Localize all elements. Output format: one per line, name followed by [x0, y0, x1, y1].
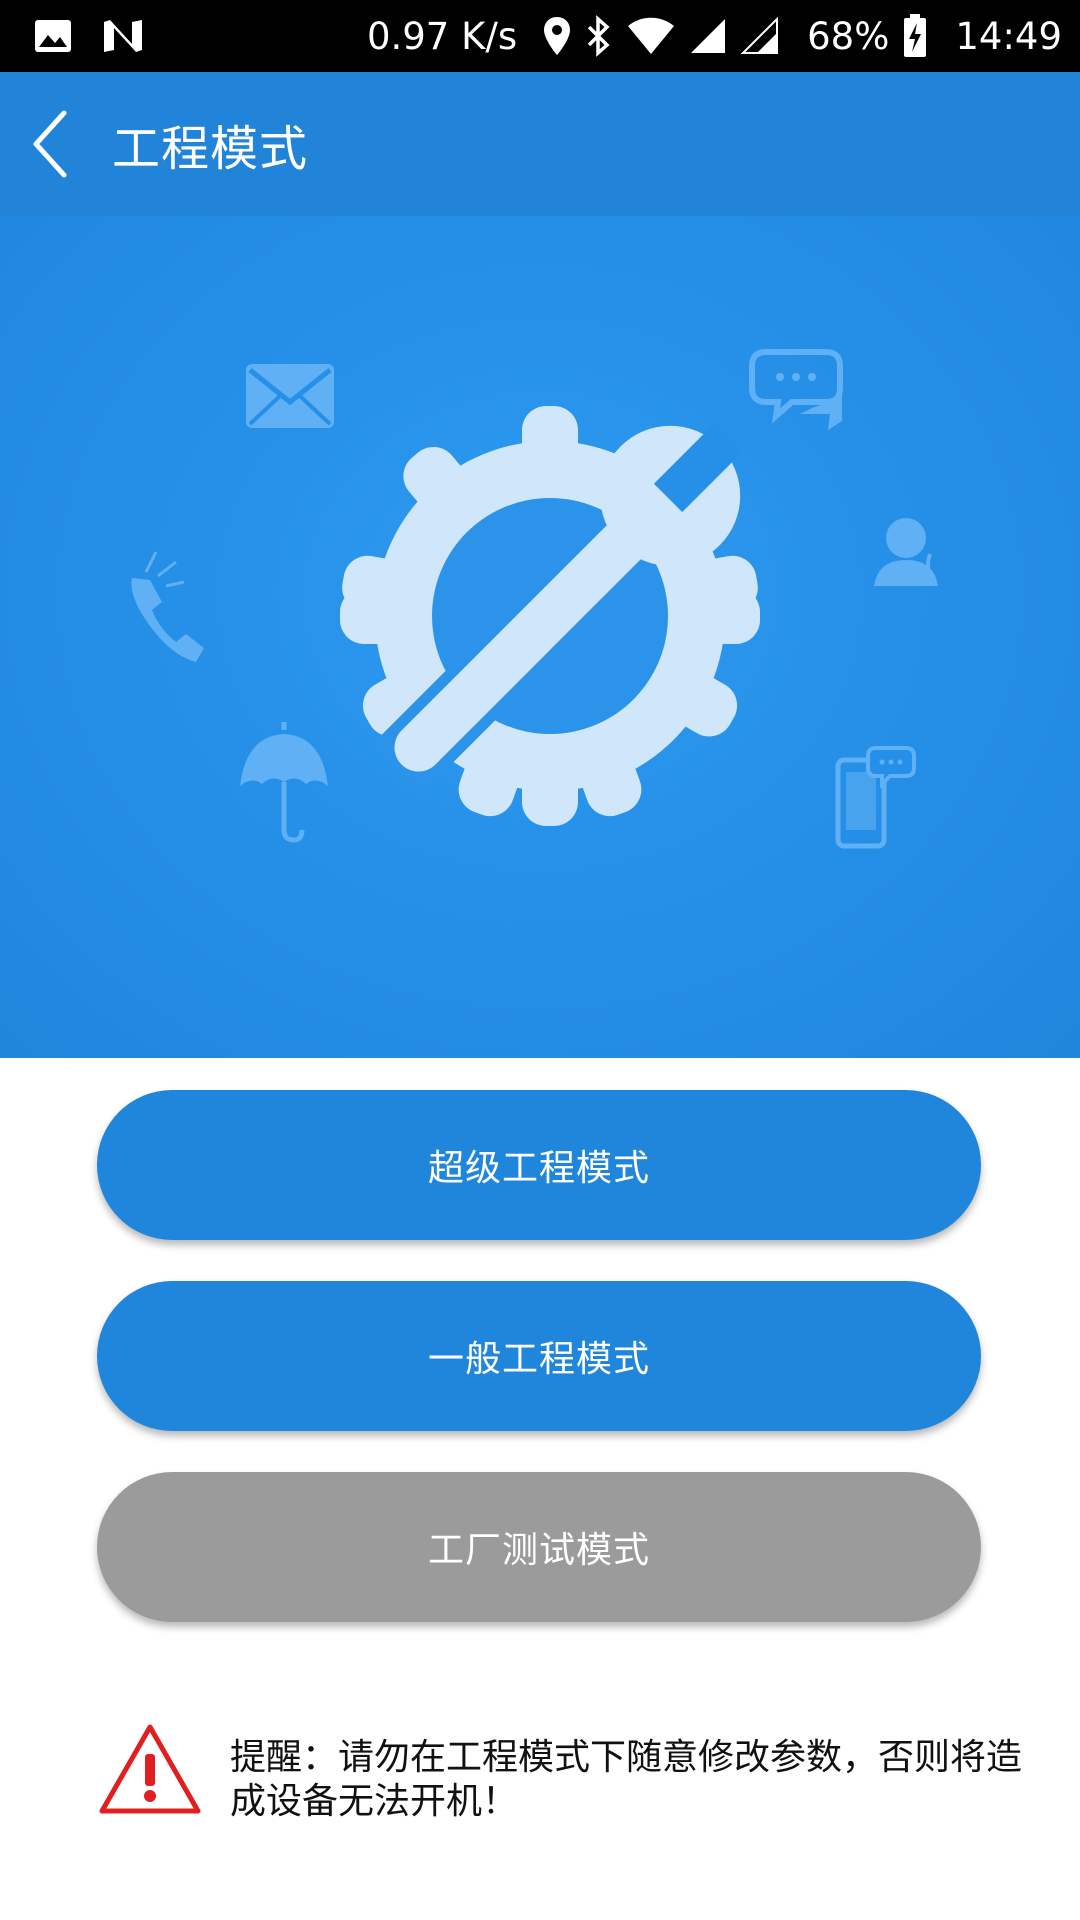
warning-text: 提醒：请勿在工程模式下随意修改参数，否则将造成设备无法开机！ [230, 1737, 1023, 1822]
contact-icon [874, 518, 938, 586]
warning-notice: 提醒：请勿在工程模式下随意修改参数，否则将造成设备无法开机！ [98, 1722, 1038, 1824]
general-engineering-mode-button[interactable]: 一般工程模式 [97, 1281, 981, 1431]
network-speed: 0.97 K/s [366, 14, 518, 58]
phone-chat-icon [835, 746, 916, 849]
battery-percent: 68% [807, 14, 890, 58]
mail-icon [246, 364, 334, 428]
location-icon [543, 16, 571, 56]
super-engineering-mode-button[interactable]: 超级工程模式 [97, 1090, 981, 1240]
warning-triangle-icon [98, 1722, 202, 1820]
battery-charging-icon [903, 14, 927, 58]
back-button[interactable] [0, 72, 100, 216]
chevron-left-icon [33, 110, 67, 178]
page-title: 工程模式 [112, 121, 309, 177]
signal-icon [689, 17, 727, 55]
image-icon [34, 19, 72, 53]
phone-icon [131, 551, 204, 662]
wrench-gear-icon [340, 406, 760, 826]
signal-icon-2 [741, 17, 779, 55]
status-bar: 0.97 K/s 68% 14:49 [0, 0, 1080, 72]
app-bar: 工程模式 [0, 72, 1080, 216]
bluetooth-icon [585, 15, 613, 57]
n-icon [102, 18, 144, 54]
umbrella-icon [240, 722, 328, 843]
clock: 14:49 [955, 14, 1062, 58]
hero-banner [0, 216, 1080, 1058]
chat-icon [749, 349, 843, 430]
wifi-icon [627, 16, 675, 56]
factory-test-mode-button[interactable]: 工厂测试模式 [97, 1472, 981, 1622]
